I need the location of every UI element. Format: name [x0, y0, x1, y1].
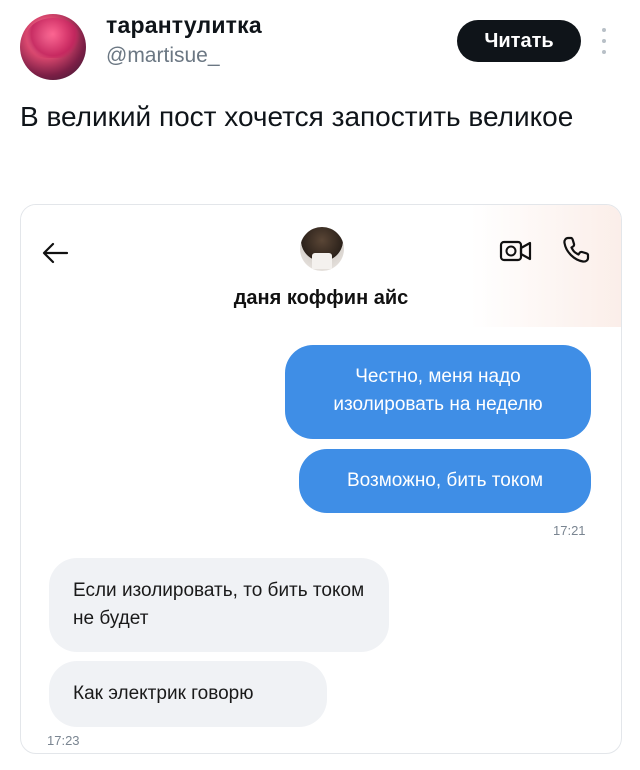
- chat-screenshot: даня коффин айс Честно, меня надо изолир…: [20, 204, 622, 754]
- author-handle[interactable]: @martisue_: [106, 44, 220, 68]
- author-display-name[interactable]: тарантулитка: [106, 12, 262, 39]
- author-avatar[interactable]: [20, 14, 86, 80]
- video-call-icon[interactable]: [499, 239, 533, 263]
- incoming-message: Как электрик говорю: [49, 661, 327, 727]
- contact-avatar[interactable]: [300, 227, 344, 271]
- phone-icon[interactable]: [561, 235, 591, 265]
- incoming-message: Если изолировать, то бить током не будет: [49, 558, 389, 652]
- back-arrow-icon[interactable]: [41, 241, 69, 265]
- follow-button[interactable]: Читать: [457, 20, 581, 62]
- outgoing-timestamp: 17:21: [553, 523, 586, 538]
- more-vertical-icon[interactable]: [601, 28, 607, 54]
- tweet-text: В великий пост хочется запостить великое: [20, 101, 574, 132]
- outgoing-message: Возможно, бить током: [299, 449, 591, 513]
- contact-name[interactable]: даня коффин айс: [21, 287, 621, 310]
- incoming-timestamp: 17:23: [47, 733, 80, 748]
- outgoing-message: Честно, меня надо изолировать на неделю: [285, 345, 591, 439]
